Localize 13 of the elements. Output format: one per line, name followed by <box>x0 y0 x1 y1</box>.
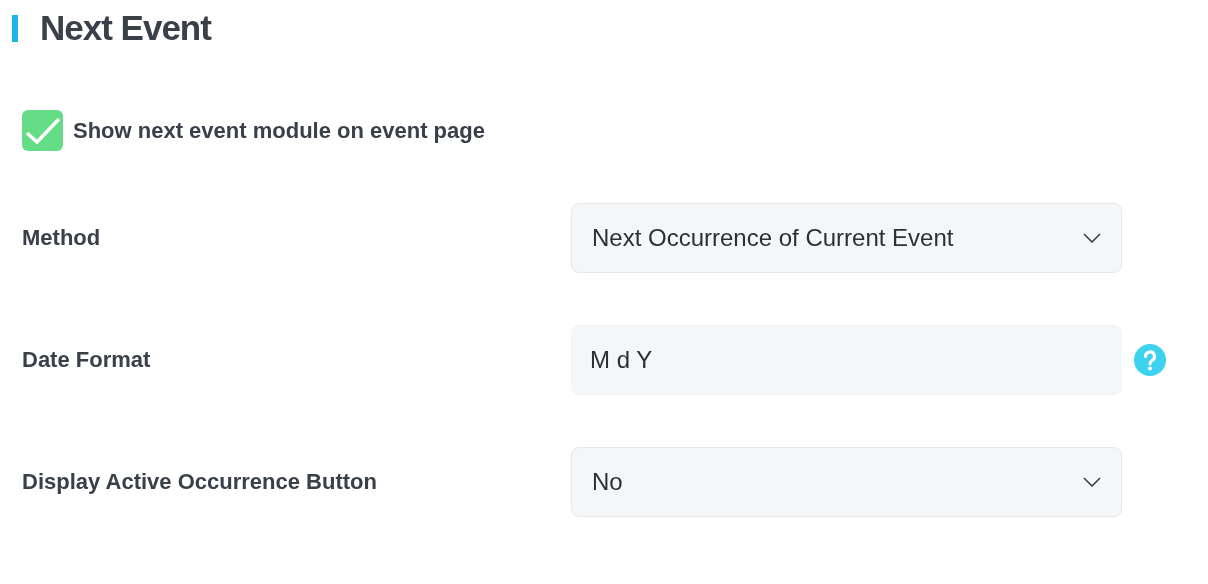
field-label: Method <box>22 225 101 251</box>
field-label: Display Active Occurrence Button <box>22 469 377 495</box>
accent-bar <box>12 14 18 42</box>
field-label: Date Format <box>22 347 151 373</box>
help-icon[interactable] <box>1134 344 1166 376</box>
checkbox-label: Show next event module on event page <box>73 117 485 144</box>
select-field[interactable]: Next Occurrence of Current Event <box>571 203 1122 273</box>
chevron-down-icon <box>1083 477 1101 487</box>
chevron-down-icon <box>1083 233 1101 243</box>
select-field[interactable]: No <box>571 447 1122 517</box>
section-title: Next Event <box>40 8 211 48</box>
checkbox[interactable] <box>22 110 63 151</box>
input-field[interactable]: M d Y <box>571 325 1122 395</box>
